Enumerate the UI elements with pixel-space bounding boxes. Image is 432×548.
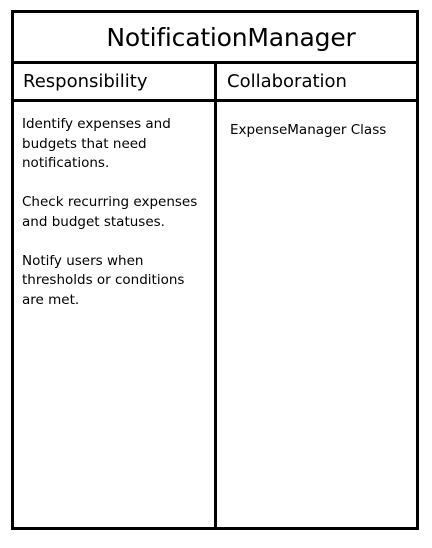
responsibility-item: Notify users when thresholds or conditio… xyxy=(22,252,185,308)
collaboration-column: ExpenseManager Class xyxy=(217,102,419,527)
responsibility-column: Identify expenses and budgets that need … xyxy=(14,102,214,527)
collaborator-item: ExpenseManager Class xyxy=(230,122,387,138)
responsibility-item: Identify expenses and budgets that need … xyxy=(22,116,171,171)
crc-card: NotificationManager Responsibility Colla… xyxy=(11,10,419,530)
class-name-title: NotificationManager xyxy=(14,13,416,64)
responsibility-header: Responsibility xyxy=(14,64,214,102)
responsibility-item: Check recurring expenses and budget stat… xyxy=(22,194,198,230)
collaboration-header: Collaboration xyxy=(217,64,419,102)
